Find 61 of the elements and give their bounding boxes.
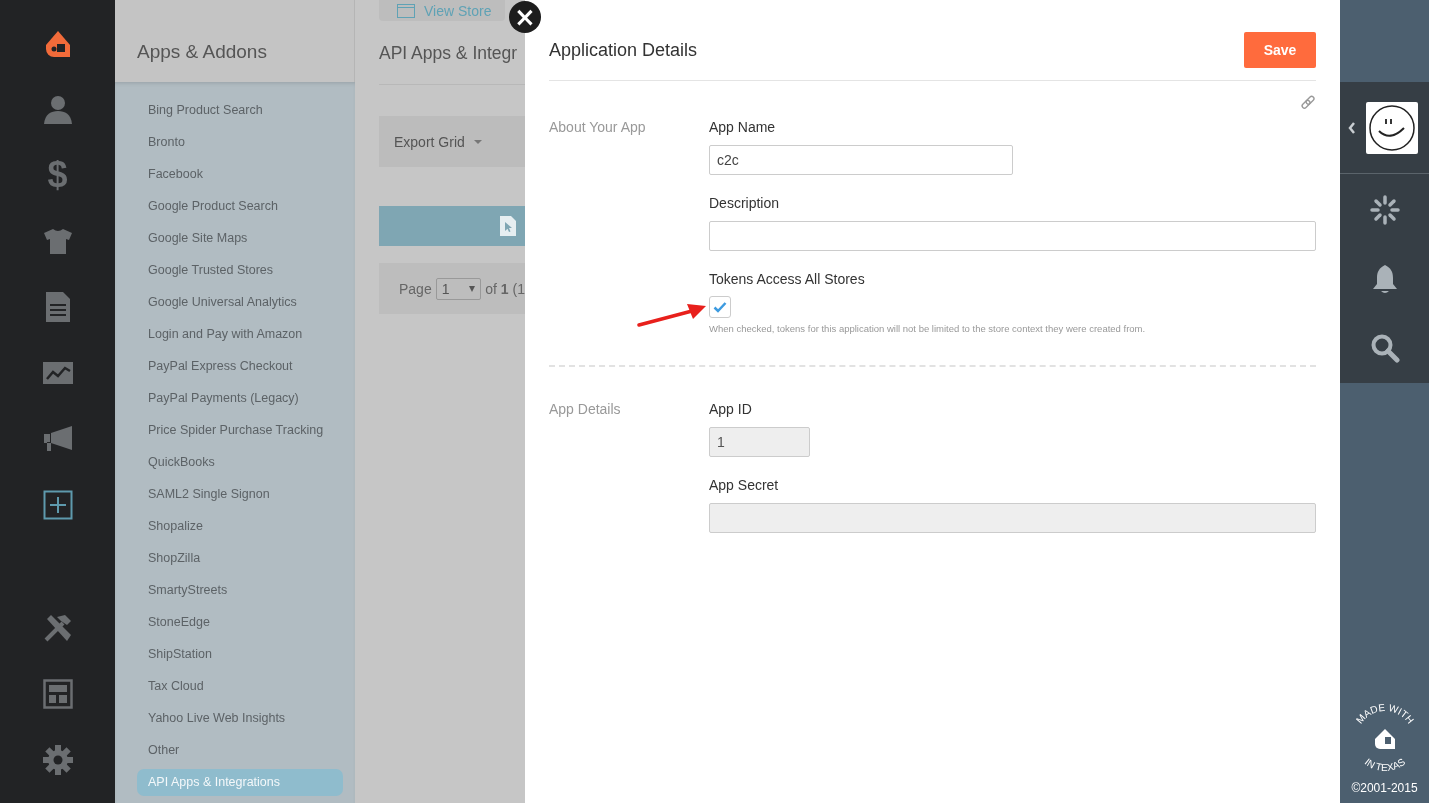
checkbox[interactable] (709, 296, 731, 318)
copyright-text: ©2001-2015 (1351, 781, 1418, 795)
section-label: App Details (549, 401, 622, 417)
sidebar-item[interactable]: Login and Pay with Amazon (137, 320, 314, 348)
megaphone-icon[interactable] (42, 424, 73, 454)
help-text: When checked, tokens for this application will not be limited to the store context they were created from. (709, 323, 1147, 334)
check-icon (713, 301, 727, 313)
sidebar-item[interactable]: ShopZilla (137, 544, 212, 572)
pager-label: Page (399, 280, 432, 297)
sidebar-item[interactable]: API Apps & Integrations (137, 768, 343, 796)
sidebar-item[interactable]: Price Spider Purchase Tracking (137, 416, 335, 444)
layout-icon[interactable] (42, 679, 73, 709)
chart-icon[interactable] (42, 362, 73, 384)
modal-title: Application Details (549, 39, 698, 61)
page-title: API Apps & Integr (379, 43, 518, 64)
sidebar-item[interactable]: SmartyStreets (137, 576, 239, 604)
sidebar-item[interactable]: StoneEdge (137, 608, 221, 636)
input-field[interactable] (709, 221, 1316, 251)
window-icon (397, 3, 415, 18)
link-icon[interactable] (1300, 95, 1316, 111)
search-icon[interactable] (1369, 333, 1400, 363)
sidebar-item[interactable]: Other (137, 736, 191, 764)
field-label: App Secret (709, 477, 780, 493)
chevron-left-icon[interactable] (1348, 121, 1356, 134)
sidebar-item[interactable]: PayPal Payments (Legacy) (137, 384, 310, 412)
pager-total: of 1 (1 (485, 280, 525, 297)
apps-icon[interactable] (42, 490, 73, 520)
field-label: Description (709, 195, 781, 211)
save-button[interactable]: Save (1244, 32, 1316, 68)
close-button[interactable]: × (509, 1, 541, 33)
sidebar-item[interactable]: Google Site Maps (137, 224, 259, 252)
avatar-icon[interactable] (1366, 101, 1418, 154)
sidebar-item[interactable]: Bronto (137, 128, 196, 156)
arrow-annotation (637, 302, 709, 328)
sidebar-item[interactable]: Google Universal Analytics (137, 288, 308, 316)
bell-icon[interactable] (1370, 264, 1399, 294)
document-icon[interactable] (44, 291, 71, 323)
input-field[interactable]: c2c (709, 145, 1013, 175)
field-label: App ID (709, 401, 753, 417)
sidebar-item[interactable]: Yahoo Live Web Insights (137, 704, 297, 732)
sidebar-item[interactable]: ShipStation (137, 640, 223, 668)
sidebar-item[interactable]: PayPal Express Checkout (137, 352, 304, 380)
tools-icon[interactable] (42, 613, 73, 643)
field-label: App Name (709, 119, 777, 135)
sidebar-title: Apps & Addons (137, 41, 267, 63)
page-select[interactable]: 1 (435, 277, 482, 300)
export-grid-button[interactable]: Export Grid (394, 133, 482, 150)
section-label: About Your App (549, 119, 647, 135)
sidebar-item[interactable]: QuickBooks (137, 448, 226, 476)
sidebar-item[interactable]: Google Product Search (137, 192, 289, 220)
sidebar-item[interactable]: Tax Cloud (137, 672, 215, 700)
sidebar-item[interactable]: Shopalize (137, 512, 214, 540)
field-label: Tokens Access All Stores (709, 271, 866, 287)
spinner-icon[interactable] (1369, 195, 1400, 225)
person-icon[interactable] (42, 94, 73, 124)
sidebar-item[interactable]: Facebook (137, 160, 214, 188)
shirt-icon[interactable] (42, 228, 73, 254)
file-cursor-icon (500, 216, 516, 236)
sidebar-item[interactable]: SAML2 Single Signon (137, 480, 281, 508)
sidebar-item[interactable]: Google Trusted Stores (137, 256, 285, 284)
sidebar-item[interactable]: Bing Product Search (137, 96, 274, 124)
